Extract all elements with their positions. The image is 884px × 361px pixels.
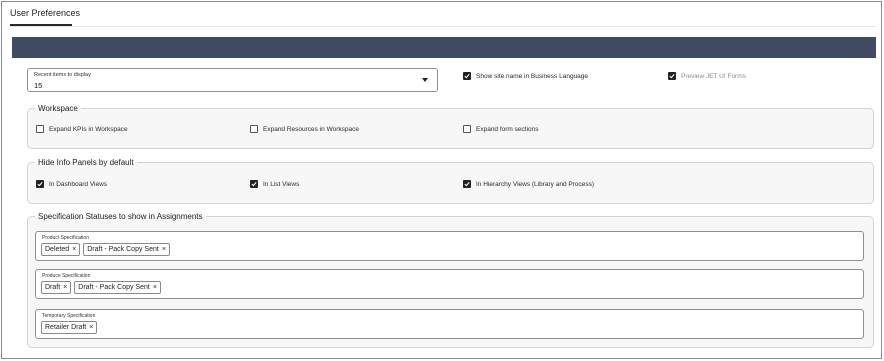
dashboard-views-row[interactable]: In Dashboard Views — [36, 180, 107, 188]
preview-jet-checkbox-row[interactable]: Preview JET UI Forms — [668, 72, 746, 80]
expand-form-sections-row[interactable]: Expand form sections — [463, 125, 539, 133]
header-banner — [12, 37, 876, 58]
produce-spec-chips: Draft × Draft - Pack Copy Sent × — [41, 281, 161, 294]
remove-chip-icon[interactable]: × — [162, 246, 166, 253]
dashboard-views-checkbox[interactable] — [36, 180, 44, 188]
temporary-spec-chips: Retailer Draft × — [41, 321, 98, 334]
list-views-label: In List Views — [263, 180, 300, 188]
chip-label: Draft - Pack Copy Sent — [87, 246, 159, 253]
caret-down-icon[interactable] — [422, 78, 428, 82]
remove-chip-icon[interactable]: × — [63, 284, 67, 291]
check-icon — [669, 73, 675, 79]
expand-kpis-checkbox[interactable] — [36, 125, 44, 133]
status-chip: Retailer Draft × — [41, 321, 98, 334]
expand-form-sections-label: Expand form sections — [476, 125, 539, 133]
spec-statuses-legend: Specification Statuses to show in Assign… — [38, 212, 203, 221]
expand-kpis-label: Expand KPIs in Workspace — [49, 125, 128, 133]
temporary-spec-label: Temporary Specification — [42, 313, 96, 319]
expand-kpis-row[interactable]: Expand KPIs in Workspace — [36, 125, 128, 133]
status-chip: Deleted × — [41, 243, 81, 256]
remove-chip-icon[interactable]: × — [89, 324, 93, 331]
remove-chip-icon[interactable]: × — [153, 284, 157, 291]
workspace-group: Workspace — [27, 104, 874, 149]
check-icon — [464, 181, 470, 187]
show-site-name-label: Show site name in Business Language — [476, 72, 589, 80]
chip-label: Draft — [45, 284, 61, 291]
remove-chip-icon[interactable]: × — [72, 246, 76, 253]
expand-resources-checkbox[interactable] — [250, 125, 258, 133]
preview-jet-label: Preview JET UI Forms — [681, 72, 746, 80]
status-chip: Draft - Pack Copy Sent × — [74, 281, 161, 294]
hierarchy-views-label: In Hierarchy Views (Library and Process) — [476, 180, 595, 188]
list-views-checkbox[interactable] — [250, 180, 258, 188]
status-chip: Draft - Pack Copy Sent × — [83, 243, 170, 256]
check-icon — [464, 73, 470, 79]
info-panels-group: Hide Info Panels by default — [27, 158, 874, 204]
check-icon — [37, 181, 43, 187]
check-icon — [251, 181, 257, 187]
expand-resources-row[interactable]: Expand Resources in Workspace — [250, 125, 359, 133]
show-site-name-checkbox-row[interactable]: Show site name in Business Language — [463, 72, 588, 80]
chip-label: Deleted — [45, 246, 70, 253]
list-views-row[interactable]: In List Views — [250, 180, 299, 188]
chip-label: Retailer Draft — [45, 324, 87, 331]
produce-spec-label: Produce Specification — [42, 273, 91, 279]
hierarchy-views-row[interactable]: In Hierarchy Views (Library and Process) — [463, 180, 594, 188]
workspace-legend: Workspace — [38, 104, 78, 113]
produce-spec-field[interactable]: Produce Specification Draft × Draft - Pac… — [35, 269, 864, 299]
status-chip: Draft × — [41, 281, 72, 294]
product-spec-field[interactable]: Product Specification Deleted × Draft - P… — [35, 231, 864, 261]
show-site-name-checkbox[interactable] — [463, 72, 471, 80]
info-panels-legend: Hide Info Panels by default — [38, 158, 134, 167]
recent-items-label: Recent items to display — [34, 72, 91, 78]
product-spec-chips: Deleted × Draft - Pack Copy Sent × — [41, 243, 170, 256]
recent-items-value: 15 — [34, 81, 43, 90]
expand-form-sections-checkbox[interactable] — [463, 125, 471, 133]
temporary-spec-field[interactable]: Temporary Specification Retailer Draft × — [35, 309, 864, 339]
chip-label: Draft - Pack Copy Sent — [78, 284, 150, 291]
tab-user-preferences[interactable]: User Preferences — [10, 8, 82, 24]
expand-resources-label: Expand Resources in Workspace — [263, 125, 359, 133]
product-spec-label: Product Specification — [42, 235, 89, 241]
dashboard-views-label: In Dashboard Views — [49, 180, 108, 188]
tab-divider — [10, 26, 876, 27]
hierarchy-views-checkbox[interactable] — [463, 180, 471, 188]
preview-jet-checkbox[interactable] — [668, 72, 676, 80]
recent-items-select[interactable]: Recent items to display 15 — [27, 68, 438, 92]
